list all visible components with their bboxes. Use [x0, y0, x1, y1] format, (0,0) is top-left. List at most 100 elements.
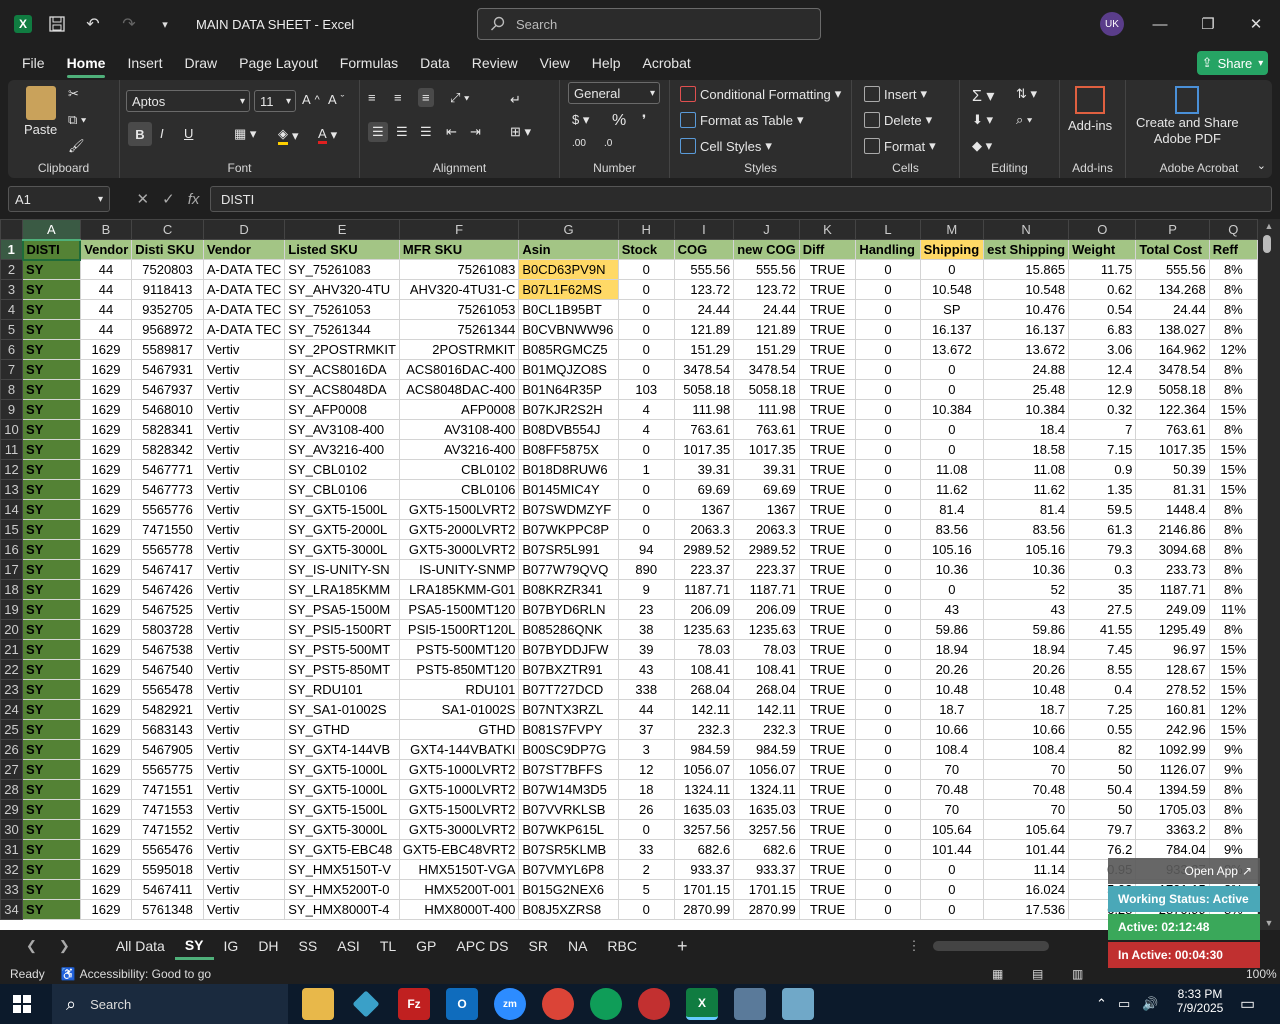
- cell-new-cog[interactable]: 1056.07: [733, 759, 800, 780]
- cell-stock[interactable]: 12: [617, 759, 675, 780]
- cell-disti-sku[interactable]: 5761348: [131, 899, 204, 920]
- cell-vendor-id[interactable]: 1629: [79, 759, 133, 780]
- cell-weight[interactable]: 0.9: [1068, 459, 1137, 480]
- cell-reff[interactable]: 11%: [1208, 599, 1258, 620]
- cell-handling[interactable]: 0: [855, 499, 921, 520]
- cell-listed-sku[interactable]: SY_AV3216-400: [284, 439, 400, 460]
- sheet-tab-gp[interactable]: GP: [406, 932, 446, 960]
- cell-asin[interactable]: B015G2NEX6: [518, 879, 619, 900]
- cell-handling[interactable]: 0: [855, 559, 921, 580]
- cell-weight[interactable]: 76.2: [1068, 839, 1137, 860]
- cell-stock[interactable]: 44: [617, 699, 675, 720]
- cell-vendor[interactable]: Vertiv: [202, 619, 286, 640]
- cell-reff[interactable]: 8%: [1208, 499, 1258, 520]
- tab-file[interactable]: File: [11, 48, 56, 78]
- cell-weight[interactable]: 8.55: [1068, 659, 1137, 680]
- cell-diff[interactable]: TRUE: [798, 759, 857, 780]
- cell-est-shipping[interactable]: 105.16: [983, 539, 1070, 560]
- cell-vendor-id[interactable]: 1629: [79, 719, 133, 740]
- cell-shipping[interactable]: 10.48: [919, 679, 985, 700]
- search-box[interactable]: Search: [477, 8, 821, 40]
- cell-weight[interactable]: 61.3: [1068, 519, 1137, 540]
- align-left-icon[interactable]: ☰: [368, 122, 388, 142]
- cell-listed-sku[interactable]: SY_CBL0102: [284, 459, 400, 480]
- cell-est-shipping[interactable]: 18.7: [983, 699, 1070, 720]
- cell-mfr-sku[interactable]: PSA5-1500MT120: [398, 599, 520, 620]
- cell-cog[interactable]: 1367: [673, 499, 735, 520]
- cell-cog[interactable]: 151.29: [673, 339, 735, 360]
- cell-cog[interactable]: 24.44: [673, 299, 735, 320]
- enter-icon[interactable]: ✓: [162, 190, 175, 208]
- cell-vendor[interactable]: Vertiv: [202, 899, 286, 920]
- cell-disti[interactable]: SY: [22, 519, 81, 540]
- cell-vendor[interactable]: Vertiv: [202, 779, 286, 800]
- row-header[interactable]: 22: [0, 659, 24, 680]
- cell-reff[interactable]: 8%: [1208, 779, 1258, 800]
- cell-total-cost[interactable]: 3478.54: [1135, 359, 1210, 380]
- cell-stock[interactable]: 338: [617, 679, 675, 700]
- accounting-format-icon[interactable]: $ ▾: [572, 112, 589, 128]
- font-color-icon[interactable]: A ▾: [318, 126, 337, 144]
- cell-reff[interactable]: 8%: [1208, 379, 1258, 400]
- cell-vendor[interactable]: Vertiv: [202, 799, 286, 820]
- cell-vendor[interactable]: Vertiv: [202, 439, 286, 460]
- cell-diff[interactable]: TRUE: [798, 899, 857, 920]
- cell-vendor-id[interactable]: 1629: [79, 459, 133, 480]
- cell-mfr-sku[interactable]: GXT4-144VBATKI: [398, 739, 520, 760]
- cell-stock[interactable]: 37: [617, 719, 675, 740]
- cell-reff[interactable]: 15%: [1208, 639, 1258, 660]
- chrome-profile-icon[interactable]: [590, 988, 622, 1020]
- cell-weight[interactable]: 79.7: [1068, 819, 1137, 840]
- sheet-tab-apc-ds[interactable]: APC DS: [446, 932, 518, 960]
- underline-button[interactable]: U: [184, 126, 193, 141]
- page-layout-view-icon[interactable]: ▤: [1032, 967, 1043, 981]
- cell-listed-sku[interactable]: SY_GXT4-144VB: [284, 739, 400, 760]
- cell-asin[interactable]: B07ST7BFFS: [518, 759, 619, 780]
- cell-cog[interactable]: 1324.11: [673, 779, 735, 800]
- cell-asin[interactable]: B0145MIC4Y: [518, 479, 619, 500]
- row-header[interactable]: 11: [0, 439, 24, 460]
- cell-new-cog[interactable]: 121.89: [733, 319, 800, 340]
- cell-est-shipping[interactable]: 10.66: [983, 719, 1070, 740]
- cell-diff[interactable]: TRUE: [798, 279, 857, 300]
- cell-vendor[interactable]: Vertiv: [202, 819, 286, 840]
- cell-disti[interactable]: SY: [22, 379, 81, 400]
- cell-new-cog[interactable]: 223.37: [733, 559, 800, 580]
- scroll-thumb[interactable]: [1263, 235, 1271, 253]
- quick-access-dropdown-icon[interactable]: ▾: [154, 13, 176, 35]
- cell-disti[interactable]: SY: [22, 299, 81, 320]
- cell-diff[interactable]: TRUE: [798, 259, 857, 280]
- row-header[interactable]: 31: [0, 839, 24, 860]
- cell-total-cost[interactable]: 278.52: [1135, 679, 1210, 700]
- cell-cog[interactable]: 1701.15: [673, 879, 735, 900]
- cell-vendor[interactable]: Vertiv: [202, 539, 286, 560]
- cell-est-shipping[interactable]: 105.64: [983, 819, 1070, 840]
- cell-vendor-id[interactable]: 1629: [79, 579, 133, 600]
- row-header[interactable]: 32: [0, 859, 24, 880]
- cell-cog[interactable]: 2063.3: [673, 519, 735, 540]
- cell-reff[interactable]: 8%: [1208, 419, 1258, 440]
- cell-shipping[interactable]: 16.137: [919, 319, 985, 340]
- cell-styles-button[interactable]: Cell Styles ▾: [680, 138, 772, 154]
- column-header-d[interactable]: D: [202, 219, 286, 240]
- insert-cells-button[interactable]: Insert ▾: [864, 86, 927, 102]
- cell-handling[interactable]: 0: [855, 459, 921, 480]
- cell-reff[interactable]: 8%: [1208, 799, 1258, 820]
- cell-stock[interactable]: 0: [617, 359, 675, 380]
- cell-total-cost[interactable]: 122.364: [1135, 399, 1210, 420]
- cell-shipping[interactable]: 0: [919, 439, 985, 460]
- cell-listed-sku[interactable]: SY_LRA185KMM: [284, 579, 400, 600]
- cell-weight[interactable]: 7.15: [1068, 439, 1137, 460]
- increase-indent-icon[interactable]: ⇥: [470, 124, 481, 140]
- cell-weight[interactable]: 3.06: [1068, 339, 1137, 360]
- undo-icon[interactable]: ↶: [82, 13, 104, 35]
- cell-reff[interactable]: 9%: [1208, 839, 1258, 860]
- cell-new-cog[interactable]: 3257.56: [733, 819, 800, 840]
- cell-disti-sku[interactable]: 9118413: [131, 279, 204, 300]
- cell-mfr-sku[interactable]: GXT5-2000LVRT2: [398, 519, 520, 540]
- cell-vendor-id[interactable]: 1629: [79, 519, 133, 540]
- column-header-k[interactable]: K: [798, 219, 857, 240]
- cell-new-cog[interactable]: 151.29: [733, 339, 800, 360]
- cell-est-shipping[interactable]: 24.88: [983, 359, 1070, 380]
- cell-disti-sku[interactable]: 5467538: [131, 639, 204, 660]
